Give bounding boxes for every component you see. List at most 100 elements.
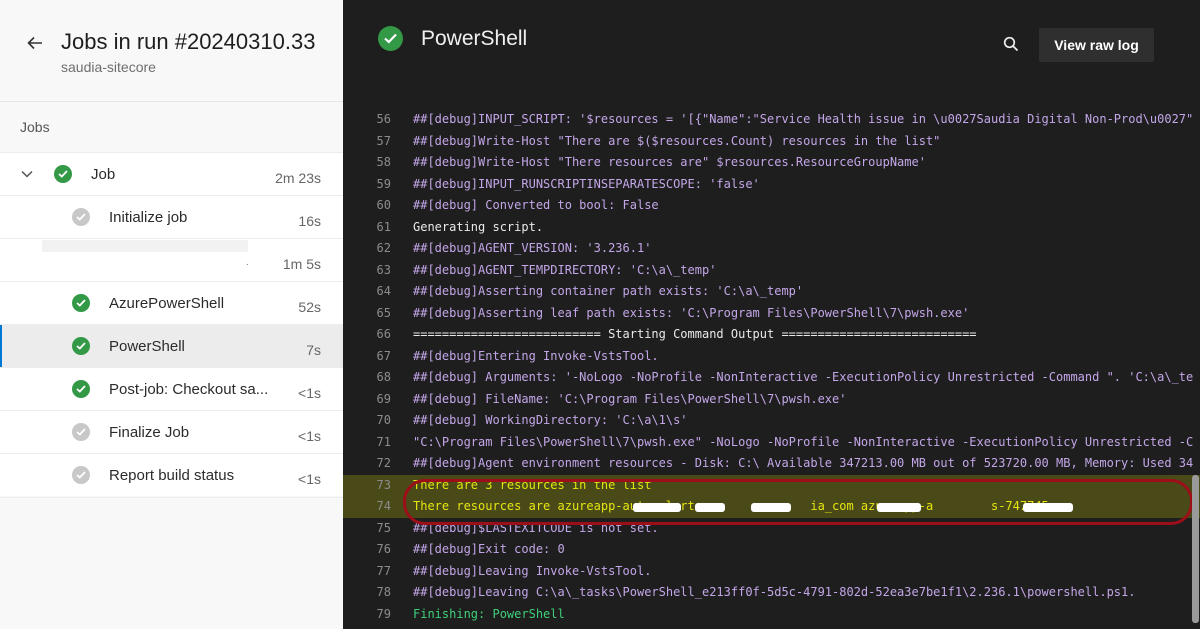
log-line: 64 ##[debug]Asserting container path exis…	[343, 281, 1200, 303]
job-duration: 2m 23s	[275, 170, 321, 186]
log-line: 70 ##[debug] WorkingDirectory: 'C:\a\1\s'	[343, 410, 1200, 432]
log-line: 77 ##[debug]Leaving Invoke-VstsTool.	[343, 561, 1200, 583]
step-label: Initialize job	[109, 209, 188, 226]
log-line: 71 "C:\Program Files\PowerShell\7\pwsh.ex…	[343, 432, 1200, 454]
jobs-list: Job 2m 23s Initialize job 16s . 1m 5s Az…	[0, 152, 343, 496]
line-number: 61	[376, 219, 391, 234]
pipeline-name: saudia-sitecore	[61, 59, 156, 75]
line-number: 63	[376, 262, 391, 277]
line-text: Finishing: PowerShell	[413, 606, 565, 621]
step-label: Report build status	[109, 467, 235, 484]
view-raw-log-button[interactable]: View raw log	[1039, 28, 1154, 62]
log-line: 57 ##[debug]Write-Host "There are $($reso…	[343, 131, 1200, 153]
step-duration: 52s	[298, 299, 321, 315]
log-line: 59 ##[debug]INPUT_RUNSCRIPTINSEPARATESCOP…	[343, 174, 1200, 196]
success-icon	[72, 294, 90, 312]
success-icon	[72, 380, 90, 398]
line-text: ##[debug]INPUT_RUNSCRIPTINSEPARATESCOPE:…	[413, 176, 760, 191]
log-line: 61 Generating script.	[343, 217, 1200, 239]
annotation-oval	[403, 479, 1193, 525]
step-duration: <1s	[298, 385, 321, 401]
job-row[interactable]: Job 2m 23s	[0, 152, 343, 195]
line-number: 67	[376, 348, 391, 363]
step-duration: 7s	[306, 342, 321, 358]
line-text: ##[debug]INPUT_SCRIPT: '$resources = '[{…	[413, 112, 1194, 126]
line-text: ##[debug] FileName: 'C:\Program Files\Po…	[413, 391, 847, 406]
line-text: ##[debug]Asserting container path exists…	[413, 284, 804, 298]
success-icon	[72, 337, 90, 355]
line-text: ##[debug]Entering Invoke-VstsTool.	[413, 348, 659, 363]
pending-icon	[72, 423, 90, 441]
panel-empty-area	[0, 497, 343, 629]
log-line: 68 ##[debug] Arguments: '-NoLogo -NoProfi…	[343, 367, 1200, 389]
line-text: ##[debug]Leaving C:\a\_tasks\PowerShell_…	[413, 585, 1136, 599]
arrow-left-icon[interactable]	[26, 34, 44, 52]
step-label: Post-job: Checkout sa...	[109, 381, 269, 398]
line-text: ========================== Starting Comm…	[413, 327, 977, 341]
step-duration: 16s	[298, 213, 321, 229]
line-text: ##[debug]Write-Host "There resources are…	[413, 155, 926, 169]
jobs-header: Jobs in run #20240310.33 saudia-sitecore	[0, 0, 343, 102]
line-number: 58	[376, 155, 391, 169]
job-label: Job	[91, 166, 116, 183]
line-text: ##[debug]Asserting leaf path exists: 'C:…	[413, 305, 970, 320]
step-label: PowerShell	[109, 338, 185, 355]
log-line: 65 ##[debug]Asserting leaf path exists: '…	[343, 303, 1200, 325]
step-row-report-build-status[interactable]: Report build status <1s	[0, 453, 343, 496]
log-panel: PowerShell View raw log 56 ##[debug]INPUT…	[343, 0, 1200, 629]
step-row-powershell[interactable]: PowerShell 7s	[0, 324, 343, 368]
line-number: 69	[376, 391, 391, 406]
line-text: ##[debug]AGENT_VERSION: '3.236.1'	[413, 241, 652, 255]
line-text: ##[debug]Exit code: 0	[413, 542, 565, 556]
line-number: 72	[376, 456, 391, 470]
redacted-label	[42, 240, 248, 252]
step-row-initialize-job[interactable]: Initialize job 16s	[0, 195, 343, 238]
dot-mark: .	[246, 257, 249, 268]
jobs-section-label: Jobs	[20, 119, 50, 135]
step-row-finalize-job[interactable]: Finalize Job <1s	[0, 410, 343, 453]
chevron-down-icon[interactable]	[20, 167, 34, 181]
log-line: 72 ##[debug]Agent environment resources -…	[343, 453, 1200, 475]
log-header: PowerShell View raw log	[343, 0, 1200, 98]
line-text: ##[debug]Agent environment resources - D…	[413, 456, 1194, 470]
log-line: 79 Finishing: PowerShell	[343, 604, 1200, 626]
line-number: 62	[376, 241, 391, 255]
step-label: AzurePowerShell	[109, 295, 225, 312]
pending-icon	[72, 208, 90, 226]
line-number: 79	[376, 606, 391, 621]
line-number: 76	[376, 542, 391, 556]
line-number: 74	[376, 499, 391, 513]
line-text: ##[debug]Write-Host "There are $($resour…	[413, 133, 941, 148]
line-number: 71	[376, 434, 391, 449]
pending-icon	[72, 466, 90, 484]
scrollbar[interactable]	[1192, 475, 1199, 623]
step-duration: 1m 5s	[282, 256, 321, 272]
line-text: ##[debug]AGENT_TEMPDIRECTORY: 'C:\a\_tem…	[413, 262, 717, 277]
step-duration: <1s	[298, 471, 321, 487]
log-line: 69 ##[debug] FileName: 'C:\Program Files\…	[343, 389, 1200, 411]
jobs-panel: Jobs in run #20240310.33 saudia-sitecore…	[0, 0, 343, 629]
success-icon	[378, 26, 403, 51]
step-row-azurepowershell[interactable]: AzurePowerShell 52s	[0, 281, 343, 324]
log-line: 62 ##[debug]AGENT_VERSION: '3.236.1'	[343, 238, 1200, 260]
step-row-redacted[interactable]: . 1m 5s	[0, 238, 343, 281]
log-line: 56 ##[debug]INPUT_SCRIPT: '$resources = '…	[343, 109, 1200, 131]
log-line: 66 ========================== Starting Co…	[343, 324, 1200, 346]
log-line: 78 ##[debug]Leaving C:\a\_tasks\PowerShel…	[343, 582, 1200, 604]
log-line: 76 ##[debug]Exit code: 0	[343, 539, 1200, 561]
log-line: 67 ##[debug]Entering Invoke-VstsTool.	[343, 346, 1200, 368]
line-text: "C:\Program Files\PowerShell\7\pwsh.exe"…	[413, 434, 1194, 449]
line-number: 78	[376, 585, 391, 599]
success-icon	[54, 165, 72, 183]
line-number: 75	[376, 520, 391, 535]
line-number: 73	[376, 477, 391, 492]
log-line: 63 ##[debug]AGENT_TEMPDIRECTORY: 'C:\a\_t…	[343, 260, 1200, 282]
line-text: ##[debug]Leaving Invoke-VstsTool.	[413, 563, 652, 578]
line-number: 64	[376, 284, 391, 298]
step-duration: <1s	[298, 428, 321, 444]
line-number: 68	[376, 370, 391, 384]
log-title: PowerShell	[421, 27, 528, 50]
search-icon[interactable]	[1003, 36, 1019, 52]
line-text: ##[debug] Arguments: '-NoLogo -NoProfile…	[413, 370, 1194, 384]
step-row-post-job-checkout[interactable]: Post-job: Checkout sa... <1s	[0, 367, 343, 410]
